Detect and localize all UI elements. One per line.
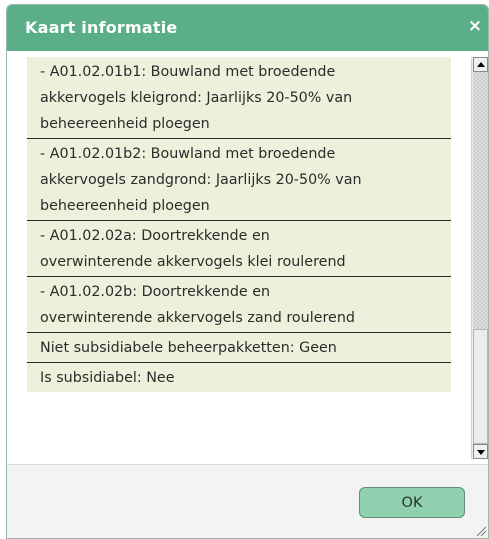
- list-item-line: beheereenheid ploegen: [40, 198, 210, 214]
- kaart-informatie-dialog: Kaart informatie × - A01.02.01b1: Bouwla…: [6, 4, 489, 539]
- list-item: Is subsidiabel: Nee: [27, 363, 451, 392]
- resize-grip-icon[interactable]: [475, 525, 487, 537]
- list-item-line: - A01.02.01b2: Bouwland met broedende: [40, 146, 336, 162]
- list-item: Niet subsidiabele beheerpakketten: Geen: [27, 333, 451, 363]
- dialog-footer: OK: [7, 464, 488, 538]
- arrow-up-icon: [477, 62, 485, 67]
- list-item-line: - A01.02.02a: Doortrekkende en: [40, 228, 270, 244]
- list-item-line: Is subsidiabel: Nee: [40, 370, 175, 386]
- scrollbar-track[interactable]: [473, 72, 488, 329]
- list-item: - A01.02.01b2: Bouwland met broedende ak…: [27, 139, 451, 221]
- close-icon[interactable]: ×: [466, 16, 484, 36]
- scroll-down-button[interactable]: [473, 444, 488, 459]
- dialog-titlebar[interactable]: Kaart informatie ×: [7, 5, 488, 51]
- list-item-line: akkervogels kleigrond: Jaarlijks 20-50% …: [40, 90, 353, 106]
- list-item-line: overwinterende akkervogels klei rouleren…: [40, 254, 346, 270]
- vertical-scrollbar[interactable]: [471, 57, 488, 459]
- list-item: - A01.02.02a: Doortrekkende en overwinte…: [27, 221, 451, 277]
- list-item-line: - A01.02.01b1: Bouwland met broedende: [40, 64, 336, 80]
- list-item-line: overwinterende akkervogels zand rouleren…: [40, 310, 355, 326]
- list-item-line: Niet subsidiabele beheerpakketten: Geen: [40, 340, 337, 356]
- arrow-down-icon: [477, 450, 485, 455]
- list-item-line: - A01.02.02b: Doortrekkende en: [40, 284, 271, 300]
- list-item: - A01.02.02b: Doortrekkende en overwinte…: [27, 277, 451, 333]
- info-list: - A01.02.01b1: Bouwland met broedende ak…: [27, 57, 451, 392]
- list-item: - A01.02.01b1: Bouwland met broedende ak…: [27, 57, 451, 139]
- dialog-title: Kaart informatie: [25, 18, 178, 37]
- list-item-line: akkervogels zandgrond: Jaarlijks 20-50% …: [40, 172, 362, 188]
- scroll-up-button[interactable]: [473, 57, 488, 72]
- scrollbar-thumb[interactable]: [473, 329, 488, 444]
- ok-button[interactable]: OK: [359, 487, 465, 518]
- dialog-content: - A01.02.01b1: Bouwland met broedende ak…: [7, 51, 488, 464]
- list-item-line: beheereenheid ploegen: [40, 116, 210, 132]
